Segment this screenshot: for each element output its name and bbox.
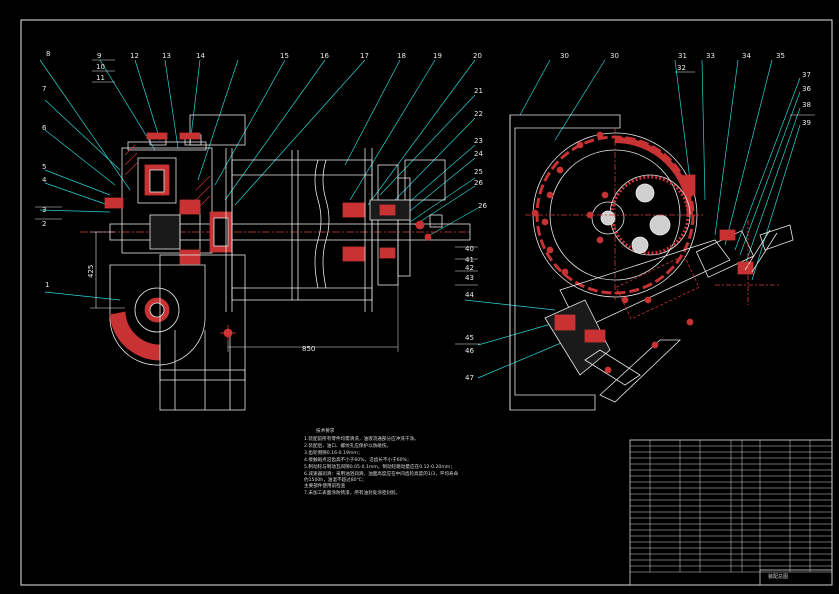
label-2: 2 — [42, 220, 46, 228]
label-18: 18 — [397, 52, 406, 60]
note-line: 3.齿轮侧隙0.16-0.19mm； — [304, 449, 362, 456]
note-line: 5.制动轮与制动瓦间隙0.05-0.1mm，制动轮跳动量应在0.12-0.20m… — [304, 463, 455, 470]
label-26b: 26 — [478, 202, 487, 210]
label-24: 24 — [474, 150, 483, 158]
label-34: 34 — [742, 52, 751, 60]
label-10: 10 — [96, 63, 105, 71]
label-21: 21 — [474, 87, 483, 95]
label-17: 17 — [360, 52, 369, 60]
label-5: 5 — [42, 163, 46, 171]
assembly-drawing: 8 9 10 11 12 13 14 15 16 17 18 19 20 21 … — [0, 0, 839, 594]
label-44: 44 — [465, 291, 474, 299]
label-35: 35 — [776, 52, 785, 60]
label-1: 1 — [45, 281, 49, 289]
label-4: 4 — [42, 176, 47, 184]
label-22: 22 — [474, 110, 483, 118]
note-line: 约1500h，油温不超过80℃； — [304, 476, 366, 483]
label-30b: 30 — [610, 52, 619, 60]
label-11: 11 — [96, 74, 105, 82]
dimension-850: 850 — [302, 345, 315, 353]
label-15: 15 — [280, 52, 289, 60]
label-37: 37 — [802, 71, 811, 79]
label-36: 36 — [802, 85, 811, 93]
label-23: 23 — [474, 137, 483, 145]
label-14: 14 — [196, 52, 205, 60]
label-47: 47 — [465, 374, 474, 382]
label-9: 9 — [97, 52, 101, 60]
label-25: 25 — [474, 168, 483, 176]
label-19: 19 — [433, 52, 442, 60]
label-16: 16 — [320, 52, 329, 60]
label-13: 13 — [162, 52, 171, 60]
label-45: 45 — [465, 334, 474, 342]
label-33: 33 — [706, 52, 715, 60]
label-40: 40 — [465, 245, 474, 253]
label-26a: 26 — [474, 179, 483, 187]
note-line: 1.装配前所有零件均需清洗，油液流通部分应冲洗干净。 — [304, 435, 419, 442]
dimension-425: 425 — [87, 265, 95, 278]
label-31: 31 — [678, 52, 687, 60]
label-41: 41 — [465, 256, 474, 264]
label-7: 7 — [42, 85, 46, 93]
label-6: 6 — [42, 124, 47, 132]
label-39: 39 — [802, 119, 811, 127]
label-46: 46 — [465, 347, 474, 355]
label-32: 32 — [677, 64, 686, 72]
note-line: 6.减速器润滑：采用油浴润滑，油面高度应在中间齿轮高度的1/3，平均寿命 — [304, 470, 459, 477]
note-line: 7.未加工表面涂防锈漆，所有油封处涂密封胶。 — [304, 489, 400, 496]
label-12: 12 — [130, 52, 139, 60]
label-43: 43 — [465, 274, 474, 282]
title-block-name: 装配总图 — [768, 573, 788, 580]
label-38: 38 — [802, 101, 811, 109]
note-line: 2.装配后，油口、螺纹孔应保护以防碰伤。 — [304, 442, 391, 449]
note-line: 4.接触斑点沿齿高不小于60%，沿齿长不小于60%； — [304, 456, 412, 463]
notes-title: 技术要求 — [316, 427, 335, 434]
label-30a: 30 — [560, 52, 569, 60]
label-3: 3 — [42, 206, 46, 214]
label-20: 20 — [473, 52, 482, 60]
label-42: 42 — [465, 264, 474, 272]
note-line: 主要部件使用前检查 — [304, 482, 346, 489]
label-8: 8 — [46, 50, 50, 58]
